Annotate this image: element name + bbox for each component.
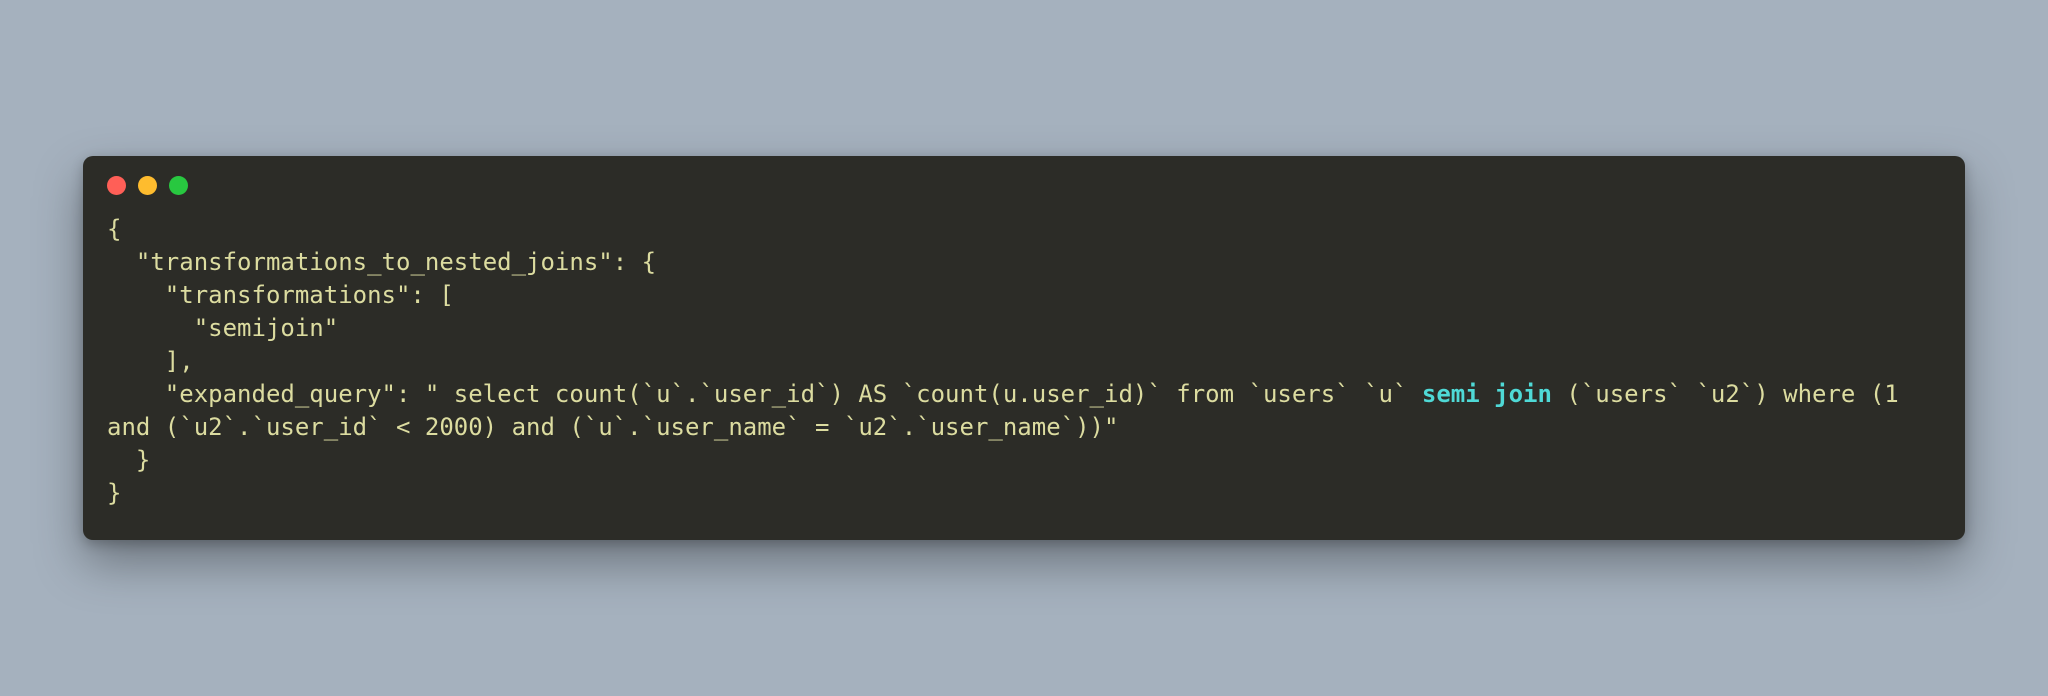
code-block: { "transformations_to_nested_joins": { "… xyxy=(83,203,1965,511)
minimize-icon[interactable] xyxy=(138,176,157,195)
code-window: { "transformations_to_nested_joins": { "… xyxy=(83,156,1965,541)
code-highlight: semi join xyxy=(1422,380,1552,408)
titlebar xyxy=(83,156,1965,203)
zoom-icon[interactable] xyxy=(169,176,188,195)
code-pre: { "transformations_to_nested_joins": { "… xyxy=(107,215,1422,409)
close-icon[interactable] xyxy=(107,176,126,195)
